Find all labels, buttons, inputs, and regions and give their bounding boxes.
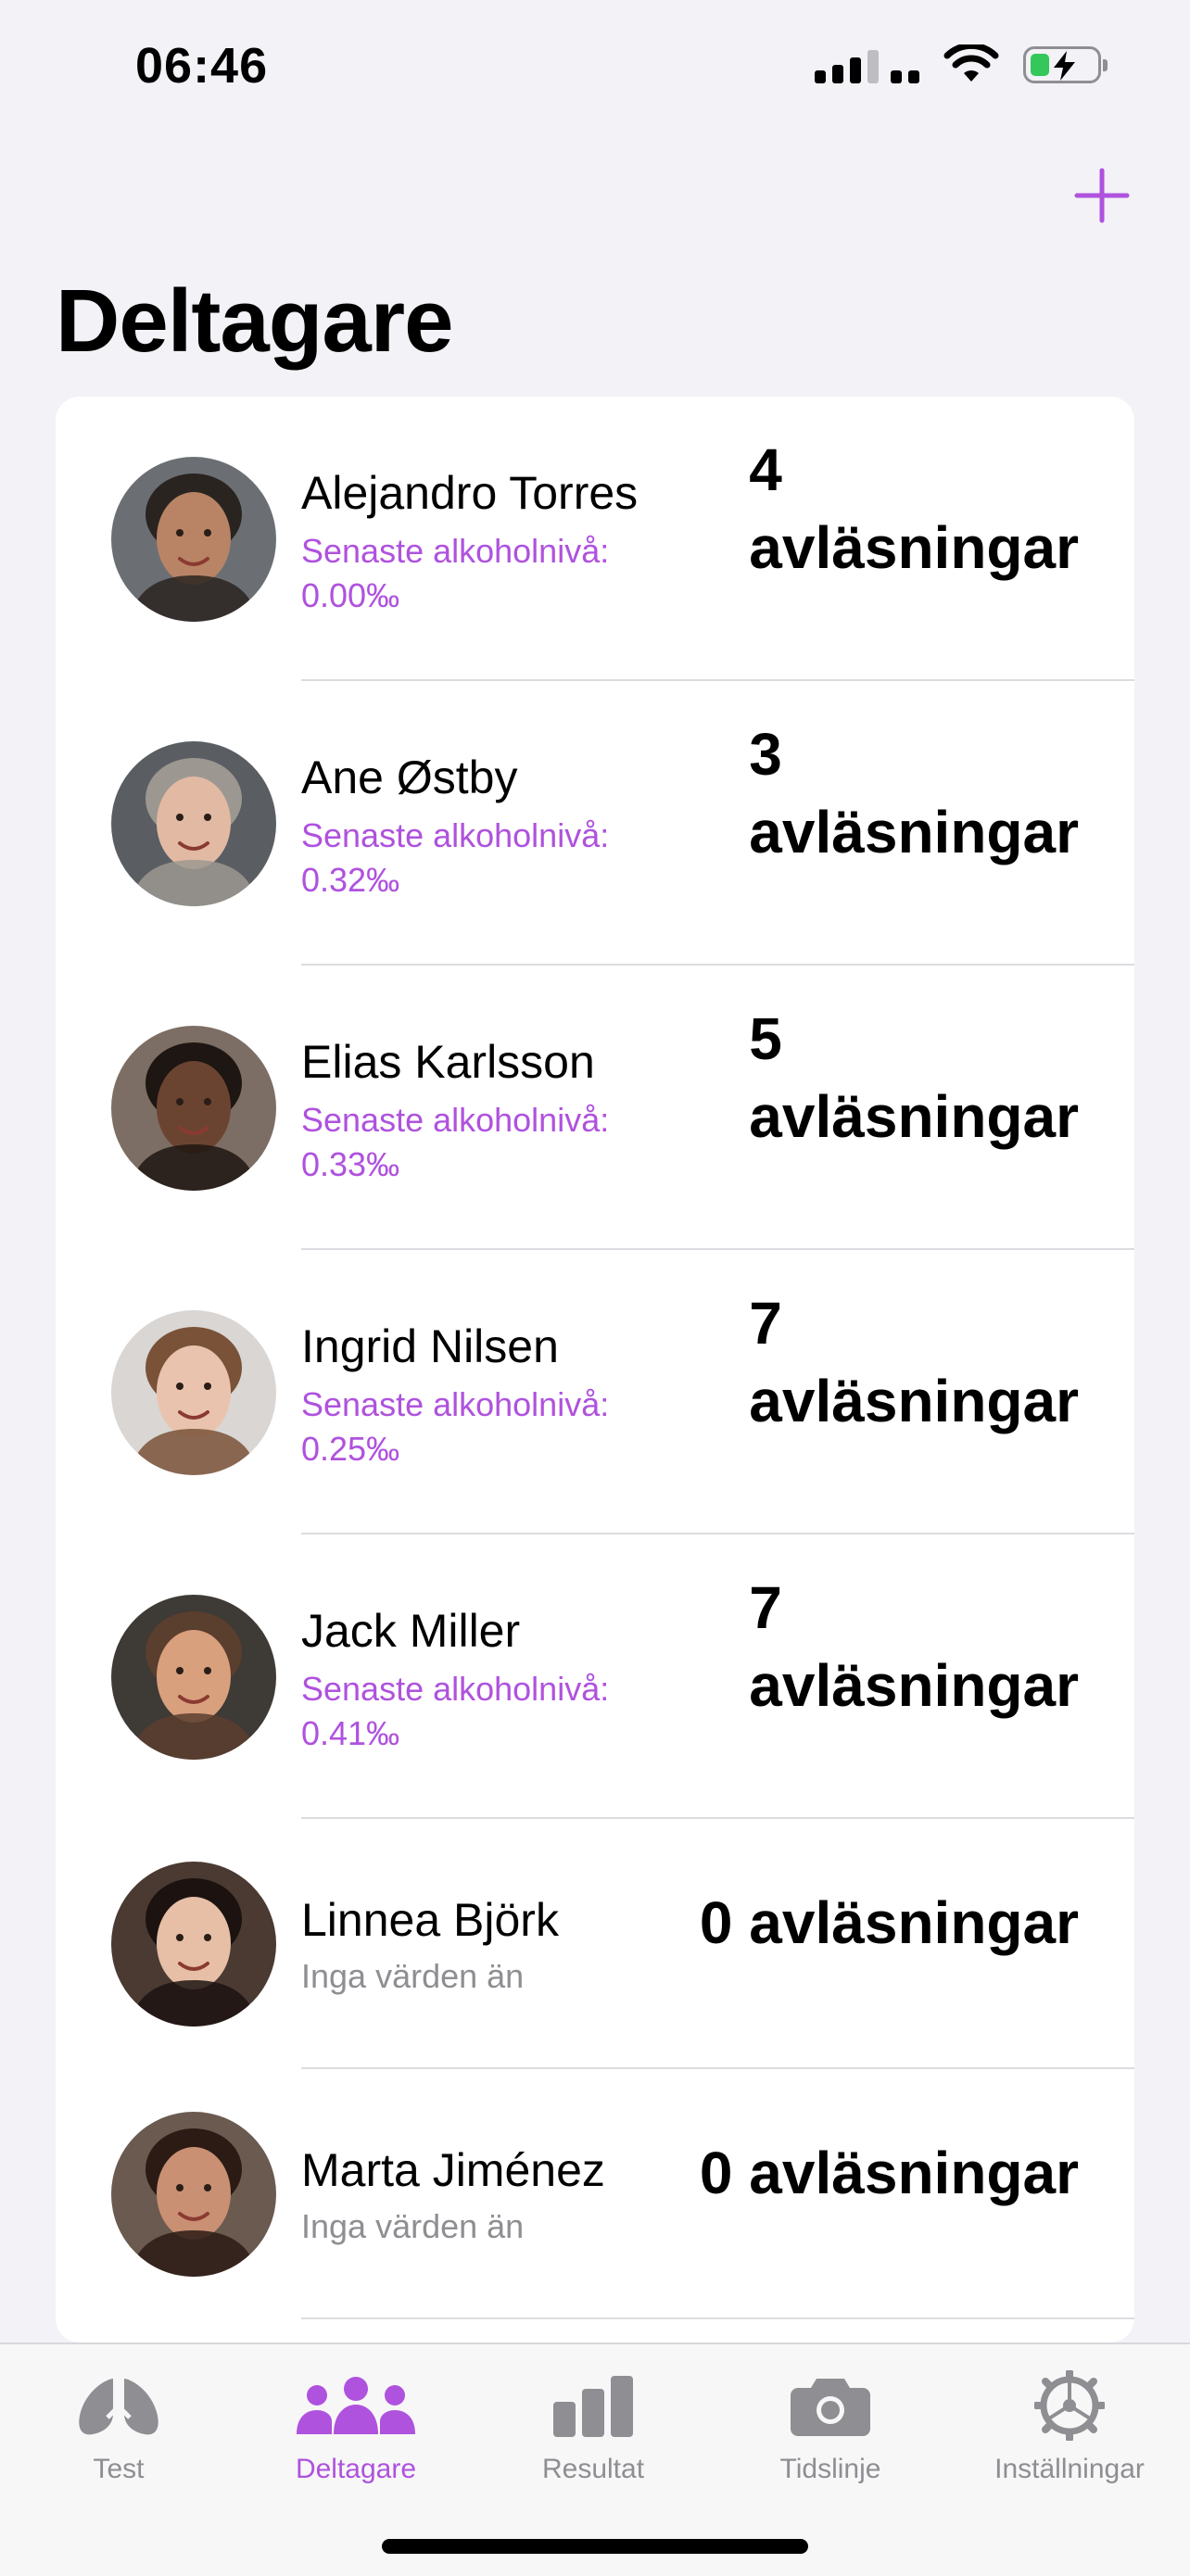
readings-count-number: 7 [749, 1574, 782, 1641]
participant-name: Marta Jiménez [301, 2144, 605, 2196]
participant-row[interactable]: Alejandro Torres Senaste alkoholnivå: 0.00… [56, 397, 1134, 681]
alcohol-level: Senaste alkoholnivå: 0.00‰ [301, 529, 653, 618]
row-divider [301, 2317, 1134, 2319]
cellular-signal-icon [815, 46, 919, 83]
readings-count: 4 avläsningar [749, 431, 1079, 587]
avatar [111, 1862, 276, 2027]
alcohol-level-label: Senaste alkoholnivå: [301, 532, 610, 570]
people-icon [297, 2377, 415, 2434]
participant-list: Alejandro Torres Senaste alkoholnivå: 0.00… [56, 397, 1134, 2342]
tab-test-label: Test [93, 2454, 145, 2484]
readings-count: 0 avläsningar [699, 1889, 1079, 1956]
status-bar: 06:46 [0, 0, 1190, 139]
add-participant-button[interactable] [1071, 165, 1133, 226]
tab-tidslinje[interactable]: Tidslinje [712, 2361, 949, 2485]
alcohol-level: Senaste alkoholnivå: 0.32‰ [301, 814, 653, 903]
participant-row[interactable]: Marta Jiménez Inga värden än 0 avläsningar [56, 2069, 1134, 2319]
avatar [111, 2112, 276, 2277]
participant-row[interactable]: Ane Østby Senaste alkoholnivå: 0.32‰ 3 avläs… [56, 681, 1134, 966]
participant-name: Jack Miller [301, 1605, 521, 1657]
readings-count: 3 avläsningar [749, 715, 1079, 871]
camera-icon [791, 2379, 870, 2436]
alcohol-level-value: 0.32‰ [301, 861, 400, 899]
readings-count-number: 4 [749, 436, 782, 503]
alcohol-level-label: Senaste alkoholnivå: [301, 816, 610, 854]
tab-installningar-label: Inställningar [994, 2454, 1145, 2484]
alcohol-level: Senaste alkoholnivå: 0.33‰ [301, 1098, 653, 1187]
readings-count: 7 avläsningar [749, 1284, 1079, 1440]
participant-name: Ingrid Nilsen [301, 1320, 559, 1372]
participant-name: Elias Karlsson [301, 1036, 595, 1088]
lungs-icon [79, 2373, 158, 2435]
tab-resultat-label: Resultat [541, 2454, 645, 2484]
alcohol-level-value: 0.25‰ [301, 1430, 400, 1468]
no-values-text: Inga värden än [301, 1957, 525, 1995]
avatar [111, 457, 276, 622]
avatar [111, 1026, 276, 1191]
readings-count-number: 3 [749, 721, 782, 788]
tab-test[interactable]: Test [0, 2361, 237, 2485]
readings-count-suffix: avläsningar [749, 1083, 1079, 1150]
readings-count-suffix: avläsningar [749, 514, 1079, 581]
tab-tidslinje-label: Tidslinje [779, 2454, 881, 2484]
participant-row[interactable]: Jack Miller Senaste alkoholnivå: 0.41‰ 7 avl… [56, 1534, 1134, 1819]
participant-row[interactable]: Ingrid Nilsen Senaste alkoholnivå: 0.25‰ 7 a… [56, 1250, 1134, 1534]
alcohol-level: Senaste alkoholnivå: 0.25‰ [301, 1383, 653, 1471]
participant-name: Alejandro Torres [301, 467, 639, 519]
avatar [111, 1310, 276, 1475]
tab-deltagare[interactable]: Deltagare [237, 2361, 475, 2485]
alcohol-level: Senaste alkoholnivå: 0.41‰ [301, 1667, 653, 1756]
status-time: 06:46 [135, 38, 269, 94]
avatar [111, 741, 276, 906]
alcohol-level-value: 0.33‰ [301, 1145, 400, 1183]
readings-count: 7 avläsningar [749, 1569, 1079, 1724]
avatar [111, 1595, 276, 1760]
wifi-icon [943, 44, 999, 82]
readings-count-number: 5 [749, 1005, 782, 1072]
participant-row[interactable]: Linnea Björk Inga värden än 0 avläsningar [56, 1819, 1134, 2069]
alcohol-level-value: 0.00‰ [301, 576, 400, 614]
alcohol-level-label: Senaste alkoholnivå: [301, 1385, 610, 1423]
readings-count-suffix: avläsningar [749, 1652, 1079, 1719]
readings-count: 5 avläsningar [749, 1000, 1079, 1155]
no-values-text: Inga värden än [301, 2207, 525, 2245]
alcohol-level-label: Senaste alkoholnivå: [301, 1670, 610, 1708]
participant-name: Ane Østby [301, 751, 518, 803]
alcohol-level-label: Senaste alkoholnivå: [301, 1101, 610, 1139]
gear-icon [1034, 2370, 1105, 2441]
readings-count-suffix: avläsningar [749, 1368, 1079, 1434]
participant-row[interactable]: Elias Karlsson Senaste alkoholnivå: 0.33‰ 5… [56, 966, 1134, 1250]
bar-chart-icon [553, 2376, 633, 2437]
tab-resultat[interactable]: Resultat [475, 2361, 712, 2485]
readings-count-suffix: avläsningar [749, 799, 1079, 865]
battery-icon [1023, 46, 1108, 83]
plus-icon [1074, 168, 1130, 223]
home-indicator [382, 2539, 808, 2554]
tab-installningar[interactable]: Inställningar [949, 2361, 1190, 2485]
status-icons [815, 44, 1108, 85]
readings-count: 0 avläsningar [699, 2140, 1079, 2206]
page-title: Deltagare [56, 271, 454, 371]
participant-name: Linnea Björk [301, 1894, 559, 1946]
tab-deltagare-label: Deltagare [295, 2454, 417, 2484]
readings-count-number: 7 [749, 1290, 782, 1357]
alcohol-level-value: 0.41‰ [301, 1714, 400, 1752]
